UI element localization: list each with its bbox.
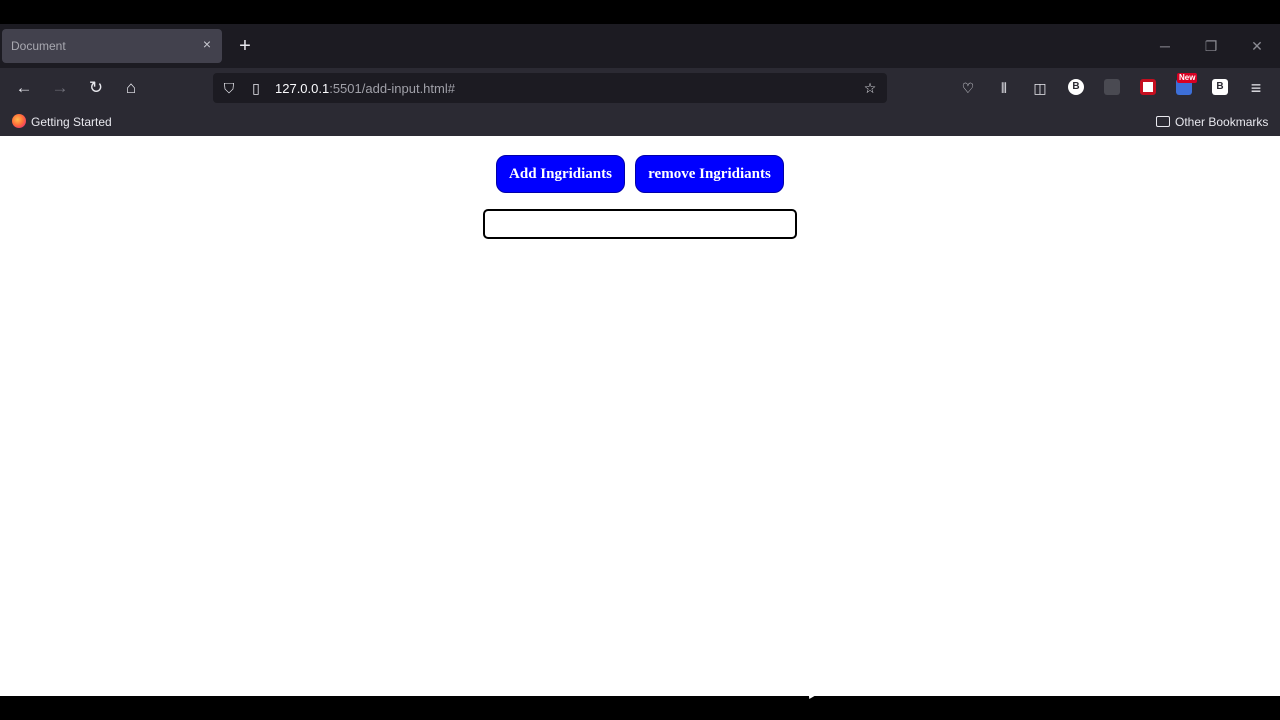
remove-ingredients-button[interactable]: remove Ingridiants [635, 155, 784, 193]
bookmarks-bar: Getting Started Other Bookmarks [0, 108, 1280, 136]
new-tab-icon[interactable]: + [235, 36, 255, 56]
restore-icon[interactable]: ❐ [1201, 36, 1221, 56]
folder-icon [1156, 116, 1170, 127]
tab-document[interactable]: Document × [2, 29, 222, 63]
shield-icon[interactable]: ⛉ [220, 79, 238, 97]
sidebar-icon[interactable]: ◫ [1030, 78, 1050, 98]
url-host: 127.0.0.1 [275, 81, 330, 96]
ingredient-input[interactable] [483, 209, 797, 239]
letterbox-bottom [0, 696, 1280, 720]
browser-window: Document × + ─ ❐ ✕ ← → ↻ ⌂ ⛉ ▯ 127.0.0.1… [0, 24, 1280, 696]
pocket-icon[interactable]: ♡ [958, 78, 978, 98]
extension-b2-icon[interactable]: B [1212, 79, 1228, 95]
reload-icon[interactable]: ↻ [86, 78, 106, 98]
extension-red-icon[interactable] [1140, 79, 1156, 95]
page-info-icon[interactable]: ▯ [247, 79, 265, 97]
tab-title: Document [11, 39, 66, 53]
nav-toolbar: ← → ↻ ⌂ ⛉ ▯ 127.0.0.1:5501/add-input.htm… [0, 68, 1280, 108]
tab-close-icon[interactable]: × [199, 36, 215, 52]
minimize-icon[interactable]: ─ [1155, 36, 1175, 56]
extension-b-icon[interactable]: B [1068, 79, 1084, 95]
url-text[interactable]: 127.0.0.1:5501/add-input.html# [275, 81, 455, 96]
menu-icon[interactable]: ≡ [1246, 78, 1266, 98]
url-path: :5501/add-input.html# [329, 81, 455, 96]
page-content: Add Ingridiants remove Ingridiants [0, 136, 1280, 696]
other-bookmarks[interactable]: Other Bookmarks [1156, 114, 1268, 130]
bookmark-getting-started[interactable]: Getting Started [12, 114, 112, 130]
library-icon[interactable]: ⫴ [994, 78, 1014, 98]
url-bar[interactable]: ⛉ ▯ 127.0.0.1:5501/add-input.html# ☆ [213, 73, 887, 103]
home-icon[interactable]: ⌂ [121, 78, 141, 98]
bookmark-star-icon[interactable]: ☆ [861, 79, 879, 97]
back-icon[interactable]: ← [14, 78, 34, 98]
tab-strip: Document × + ─ ❐ ✕ [0, 24, 1280, 68]
forward-icon[interactable]: → [50, 78, 70, 98]
bookmark-label: Getting Started [31, 115, 112, 129]
window-close-icon[interactable]: ✕ [1247, 36, 1267, 56]
other-bookmarks-label: Other Bookmarks [1175, 115, 1269, 129]
extension-grey-icon[interactable] [1104, 79, 1120, 95]
add-ingredients-button[interactable]: Add Ingridiants [496, 155, 625, 193]
firefox-icon [12, 114, 26, 128]
new-badge: New [1177, 73, 1198, 83]
letterbox-top [0, 0, 1280, 24]
